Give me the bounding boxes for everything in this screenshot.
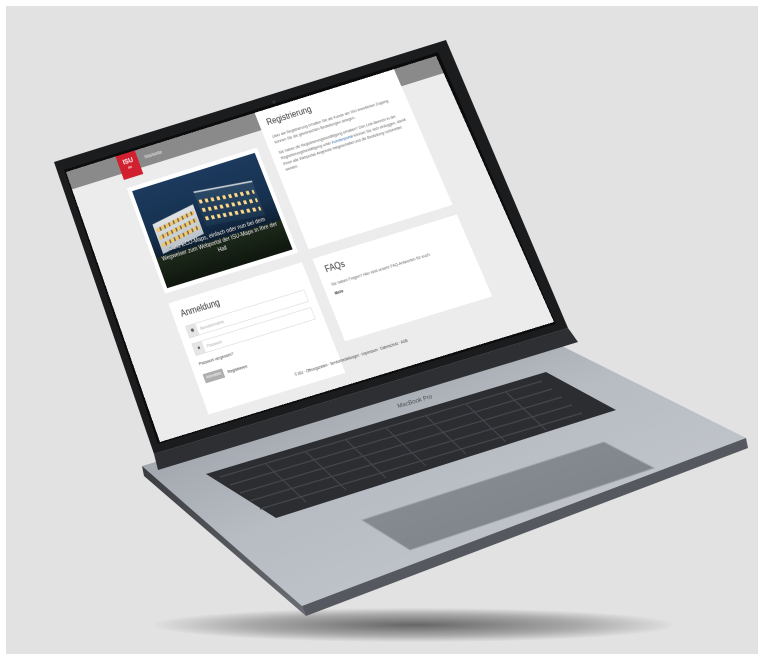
register-button[interactable]: Registrieren <box>227 363 248 374</box>
username-placeholder: Benutzername <box>199 318 225 331</box>
lock-icon: ● <box>192 341 206 356</box>
nav-link-home[interactable]: Startseite <box>143 149 162 160</box>
user-icon: ☻ <box>185 323 200 338</box>
login-card: Anmeldung ☻ Benutzername ● Passwort Pass… <box>168 262 346 415</box>
login-button[interactable]: Anmelden <box>202 368 226 384</box>
hero-image: Ganz ECO-Maps, einfach oder nun bei dem … <box>132 152 293 289</box>
password-placeholder: Passwort <box>205 339 223 349</box>
camera <box>272 100 276 104</box>
photo-background: MacBook Pro ISU ISU Startseite Ganz ECO-… <box>6 6 758 654</box>
site-logo[interactable]: ISU ISU <box>115 150 144 180</box>
